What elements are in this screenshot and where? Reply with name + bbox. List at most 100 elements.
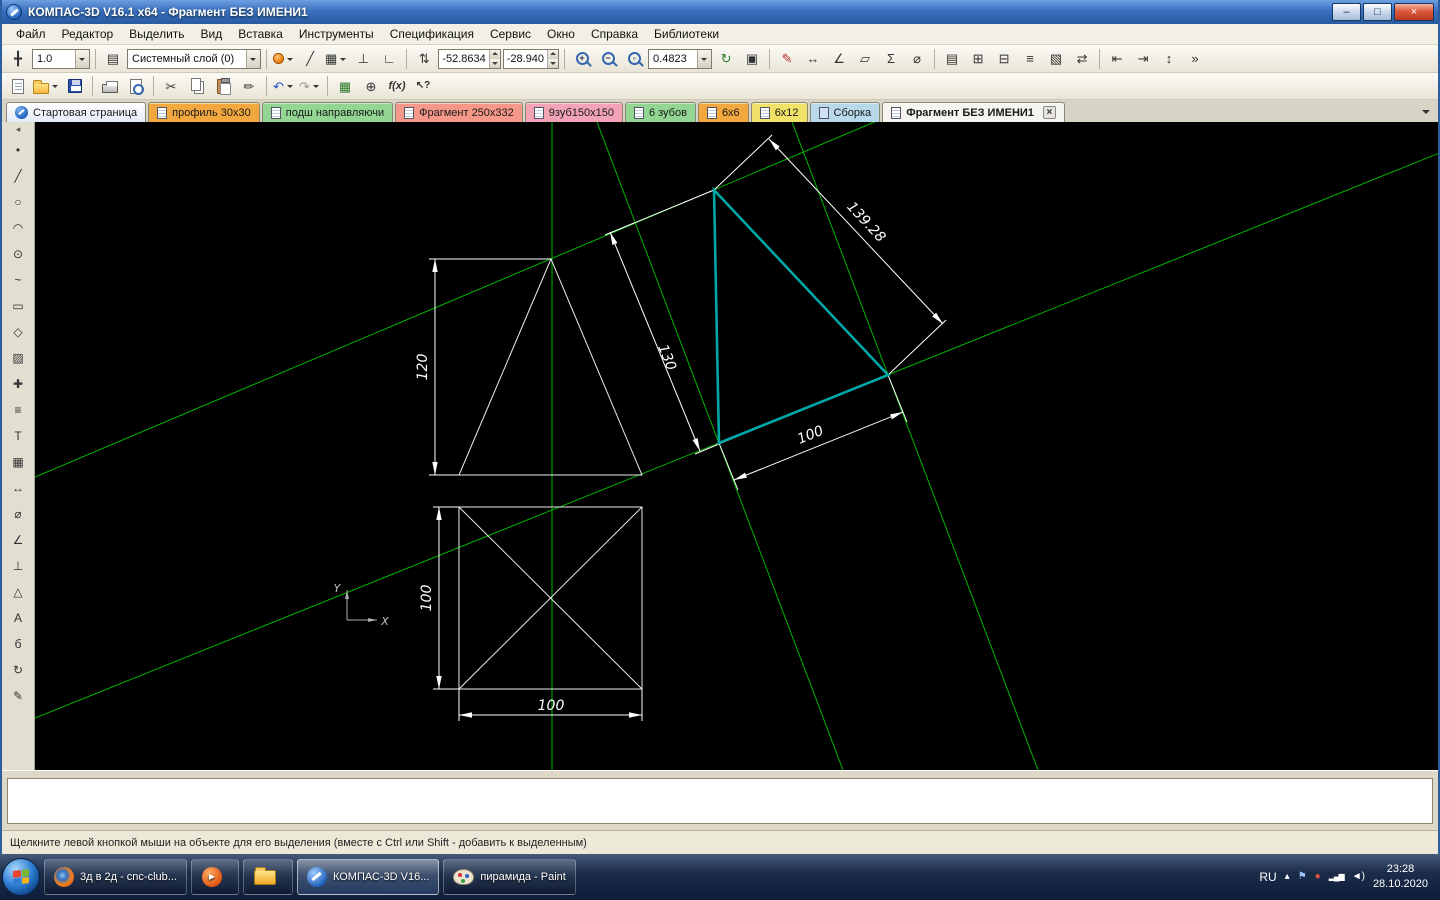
zoom-select[interactable]: 0.4823 [648,49,712,69]
zoom-out-button[interactable]: − [596,48,620,70]
pyramid-top-view[interactable] [459,507,642,689]
tab-podsh-napravlyayuchi[interactable]: подш направляючи [262,102,393,122]
undo-button[interactable]: ↶ [272,75,296,97]
update-icon[interactable]: ● [1315,872,1321,882]
diameter-button[interactable]: ⌀ [905,48,929,70]
triangle-tool[interactable]: △ [5,579,31,604]
dimension-square-width[interactable]: 100 [459,689,642,721]
window-titlebar[interactable]: КОМПАС-3D V16.1 x64 - Фрагмент БЕЗ ИМЕНИ… [2,0,1438,24]
tab-profil-30x30[interactable]: профиль 30х30 [148,102,260,122]
network-icon[interactable]: ▂▄▆ [1329,873,1344,881]
pyramid-front-view[interactable] [459,259,642,475]
extension-line[interactable] [888,375,907,422]
dimension-value[interactable]: 130 [654,342,679,373]
extension-line[interactable] [719,443,738,490]
construction-line[interactable] [792,122,1038,770]
format-brush-button[interactable]: ✏ [237,75,261,97]
tab-close-icon[interactable]: × [1043,106,1056,119]
zoom-area-button[interactable]: ▫ [622,48,646,70]
hatch-style-button[interactable]: ▧ [1044,48,1068,70]
fit-height-button[interactable]: ↕ [1157,48,1181,70]
dimension-130[interactable]: 130 [605,190,803,454]
print-button[interactable] [98,75,122,97]
spec-table-button[interactable]: ▤ [940,48,964,70]
construction-line[interactable] [35,122,1438,477]
chevron-down-icon[interactable] [697,50,711,68]
measure-angle-button[interactable]: ∠ [827,48,851,70]
dimension-value[interactable]: 100 [538,698,565,714]
spin-up-icon[interactable] [548,50,558,59]
current-style-button[interactable] [272,48,296,70]
measure-length-button[interactable]: ↔ [801,48,825,70]
dimension-139-28[interactable]: 139.28 [714,135,946,375]
tab-fragment-bez-imeni1[interactable]: Фрагмент БЕЗ ИМЕНИ1 × [882,102,1065,122]
cursor-step-select[interactable]: 1.0 [32,49,90,69]
dimension-value[interactable]: 120 [415,354,431,381]
start-button[interactable] [2,858,40,896]
context-help-button[interactable]: ↖? [411,75,435,97]
dimension-120[interactable]: 120 [415,259,551,475]
volume-icon[interactable]: ◄) [1352,872,1365,882]
copy-button[interactable] [185,75,209,97]
polygon-tool[interactable]: ◇ [5,319,31,344]
keyboard-flag-icon[interactable]: ⚑ [1298,872,1307,882]
mass-properties-button[interactable]: Σ [879,48,903,70]
more-tools-button[interactable]: » [1183,48,1207,70]
sp in-down-icon[interactable] [490,59,500,68]
refresh-button[interactable]: ↻ [714,48,738,70]
point-tool[interactable]: • [5,137,31,162]
zoom-in-button[interactable]: + [570,48,594,70]
taskbar-button-explorer[interactable] [243,859,293,895]
front-view-triangle[interactable] [459,259,642,475]
layers-button[interactable]: ▤ [101,48,125,70]
spin-down-icon[interactable] [548,59,558,68]
menu-libraries[interactable]: Библиотеки [646,25,727,43]
tab-fragment-250x332[interactable]: Фрагмент 250х332 [395,102,523,122]
grid-button[interactable]: ▦ [324,48,349,70]
spinner[interactable] [489,50,500,68]
save-button[interactable] [63,75,87,97]
tab-6x12[interactable]: 6х12 [751,102,808,122]
spreadsheet-button[interactable]: ▦ [333,75,357,97]
delete-view-button[interactable]: ⊟ [992,48,1016,70]
perpendicular-tool[interactable]: ⊥ [5,553,31,578]
tab-sborka[interactable]: Сборка [810,102,881,122]
new-document-button[interactable] [6,75,30,97]
dimension-square-height[interactable]: 100 [419,507,459,689]
dimension-line[interactable] [734,412,903,480]
swap-button[interactable]: ⇄ [1070,48,1094,70]
designation-a-tool[interactable]: А [5,605,31,630]
arc-tool[interactable]: ◠ [5,215,31,240]
property-field[interactable] [7,778,1433,824]
dimension-line[interactable] [769,139,943,324]
ellipse-tool[interactable]: ⊙ [5,241,31,266]
paste-button[interactable] [211,75,235,97]
dimension-value[interactable]: 139.28 [843,199,888,246]
print-preview-button[interactable] [124,75,148,97]
menu-window[interactable]: Окно [539,25,583,43]
line-style-button[interactable]: ╱ [298,48,322,70]
layer-select[interactable]: Системный слой (0) [127,49,261,69]
maximize-button[interactable]: □ [1363,3,1392,21]
spinner[interactable] [547,50,558,68]
ortho-button[interactable]: ⊥ [351,48,375,70]
dimension-line[interactable] [610,232,700,451]
menu-select[interactable]: Выделить [121,25,192,43]
text-tool[interactable]: Т [5,423,31,448]
drawing-canvas[interactable]: 120 100 100 13 [35,122,1438,770]
diameter-dimension-tool[interactable]: ⌀ [5,501,31,526]
taskbar-clock[interactable]: 23:28 28.10.2020 [1373,862,1428,892]
chevron-down-icon[interactable] [246,50,260,68]
measure-area-button[interactable]: ▱ [853,48,877,70]
cut-button[interactable]: ✂ [159,75,183,97]
scroll-right-button[interactable]: ⇥ [1131,48,1155,70]
table-tool[interactable]: ▦ [5,449,31,474]
language-indicator[interactable]: RU [1259,870,1276,884]
tab-overflow-button[interactable] [1418,104,1434,120]
extension-line[interactable] [605,190,714,235]
circle-tool[interactable]: ○ [5,189,31,214]
open-document-button[interactable] [32,75,61,97]
hatch-tool[interactable]: ▨ [5,345,31,370]
angle-dimension-tool[interactable]: ∠ [5,527,31,552]
tab-6-zubov[interactable]: 6 зубов [625,102,696,122]
